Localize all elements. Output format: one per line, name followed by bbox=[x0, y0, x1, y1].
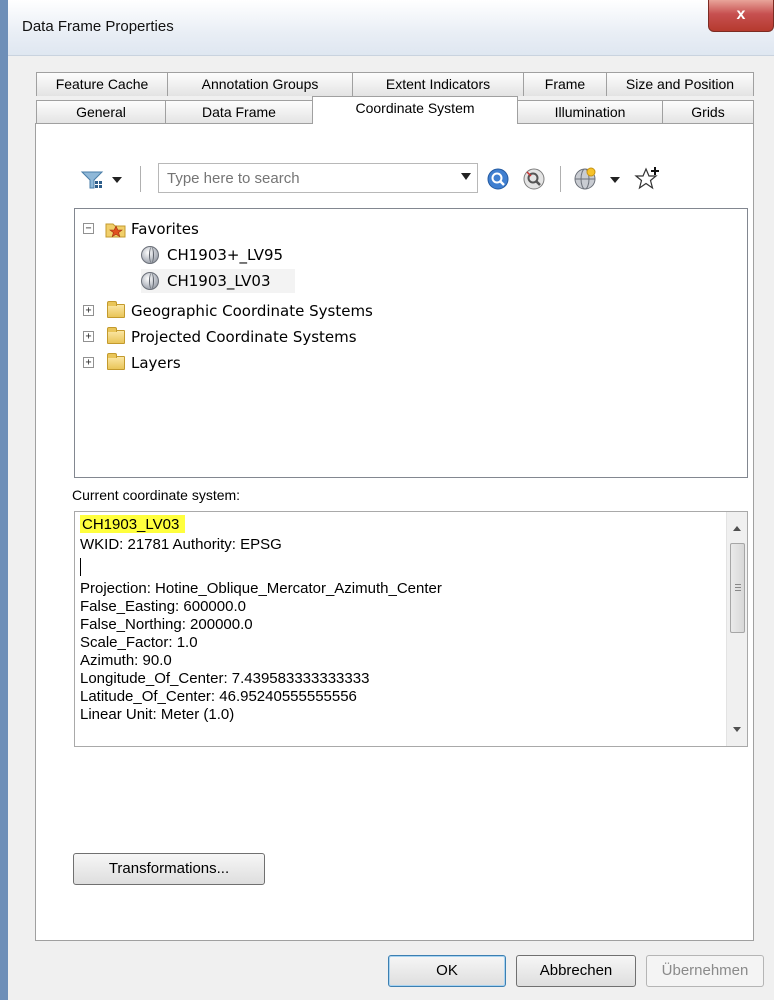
tree-item-label: Favorites bbox=[131, 220, 199, 238]
collapse-icon[interactable]: − bbox=[83, 223, 94, 234]
expand-icon[interactable]: + bbox=[83, 305, 94, 316]
tree-item-favorite-selected[interactable]: CH1903_LV03 bbox=[141, 269, 295, 293]
coordinate-system-tree[interactable]: − Favorites CH1903+_LV95 CH1903_LV03 + G… bbox=[74, 208, 748, 478]
toolbar-separator bbox=[140, 166, 141, 192]
detail-line: Azimuth: 90.0 bbox=[80, 652, 172, 669]
filter-button[interactable] bbox=[80, 166, 132, 192]
detail-line: False_Northing: 200000.0 bbox=[80, 616, 253, 633]
clear-search-icon bbox=[523, 168, 545, 190]
current-coordinate-system-label: Current coordinate system: bbox=[72, 487, 241, 503]
tree-item-label: Layers bbox=[131, 354, 181, 372]
add-to-favorites-button[interactable] bbox=[634, 165, 662, 193]
search-input[interactable] bbox=[159, 164, 439, 192]
add-to-favorites-icon bbox=[634, 167, 659, 190]
search-icon bbox=[487, 168, 509, 190]
detail-line: WKID: 21781 Authority: EPSG bbox=[80, 536, 282, 553]
tab-general[interactable]: General bbox=[36, 100, 166, 124]
add-coordinate-system-icon bbox=[574, 167, 620, 190]
folder-icon bbox=[107, 301, 125, 318]
tree-item-layers[interactable]: + Layers bbox=[83, 351, 483, 375]
scroll-down-icon[interactable] bbox=[733, 727, 741, 732]
folder-icon bbox=[107, 353, 125, 370]
tree-item-favorites[interactable]: − Favorites bbox=[83, 217, 383, 241]
cancel-button[interactable]: Abbrechen bbox=[516, 955, 636, 987]
tab-extent-indicators[interactable]: Extent Indicators bbox=[352, 72, 524, 96]
close-button[interactable]: x bbox=[708, 0, 774, 32]
detail-line: Linear Unit: Meter (1.0) bbox=[80, 706, 235, 723]
detail-line: Latitude_Of_Center: 46.95240555555556 bbox=[80, 688, 357, 705]
transformations-button[interactable]: Transformations... bbox=[73, 853, 265, 885]
apply-button: Übernehmen bbox=[646, 955, 764, 987]
title-bar: Data Frame Properties x bbox=[8, 0, 774, 56]
expand-icon[interactable]: + bbox=[83, 357, 94, 368]
tree-item-label: Projected Coordinate Systems bbox=[131, 328, 357, 346]
tab-size-and-position[interactable]: Size and Position bbox=[606, 72, 754, 96]
favorites-folder-icon bbox=[105, 220, 127, 238]
text-caret bbox=[80, 558, 81, 576]
tab-feature-cache[interactable]: Feature Cache bbox=[36, 72, 168, 96]
toolbar-separator bbox=[560, 166, 561, 192]
tree-item-label: CH1903+_LV95 bbox=[167, 246, 284, 264]
folder-icon bbox=[107, 327, 125, 344]
coordinate-system-details[interactable]: CH1903_LV03 WKID: 21781 Authority: EPSG … bbox=[74, 511, 748, 747]
filter-icon bbox=[80, 171, 122, 189]
search-combobox[interactable] bbox=[158, 163, 478, 193]
tab-illumination[interactable]: Illumination bbox=[517, 100, 663, 124]
clear-search-button[interactable] bbox=[522, 167, 548, 191]
add-coordinate-system-button[interactable] bbox=[572, 166, 628, 192]
tree-item-geographic[interactable]: + Geographic Coordinate Systems bbox=[83, 299, 483, 323]
expand-icon[interactable]: + bbox=[83, 331, 94, 342]
detail-line: Longitude_Of_Center: 7.439583333333333 bbox=[80, 670, 370, 687]
globe-icon bbox=[141, 272, 159, 290]
tab-grids[interactable]: Grids bbox=[662, 100, 754, 124]
tree-item-label: CH1903_LV03 bbox=[167, 272, 271, 290]
detail-line: Projection: Hotine_Oblique_Mercator_Azim… bbox=[80, 580, 442, 597]
tab-coordinate-system[interactable]: Coordinate System bbox=[312, 96, 518, 124]
globe-icon bbox=[141, 246, 159, 264]
search-button[interactable] bbox=[486, 167, 512, 191]
tab-data-frame[interactable]: Data Frame bbox=[165, 100, 313, 124]
scrollbar-thumb[interactable] bbox=[730, 543, 745, 633]
scroll-up-icon[interactable] bbox=[733, 526, 741, 531]
detail-line: False_Easting: 600000.0 bbox=[80, 598, 246, 615]
ok-button[interactable]: OK bbox=[388, 955, 506, 987]
tree-item-favorite[interactable]: CH1903+_LV95 bbox=[141, 243, 381, 267]
tab-annotation-groups[interactable]: Annotation Groups bbox=[167, 72, 353, 96]
tree-item-projected[interactable]: + Projected Coordinate Systems bbox=[83, 325, 483, 349]
tree-item-label: Geographic Coordinate Systems bbox=[131, 302, 373, 320]
detail-line: Scale_Factor: 1.0 bbox=[80, 634, 198, 651]
window-title: Data Frame Properties bbox=[22, 18, 174, 35]
coordinate-system-name: CH1903_LV03 bbox=[80, 515, 186, 533]
details-scrollbar[interactable] bbox=[726, 512, 747, 746]
chevron-down-icon[interactable] bbox=[461, 173, 471, 180]
tab-frame[interactable]: Frame bbox=[523, 72, 607, 96]
